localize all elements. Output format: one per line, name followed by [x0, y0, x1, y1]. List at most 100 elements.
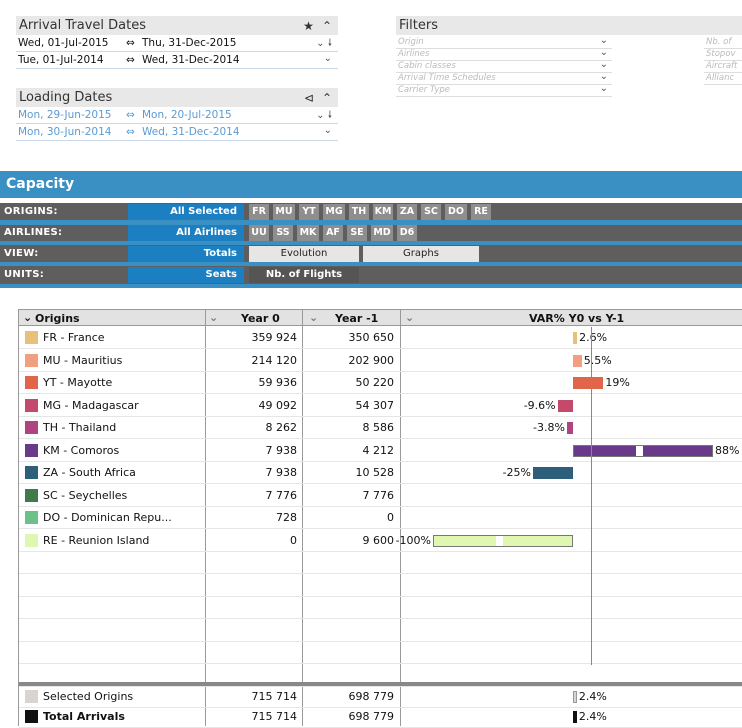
- chevron-down-icon[interactable]: ⌄: [324, 53, 332, 64]
- arrival-date-row[interactable]: Tue, 01-Jul-2014 ⇔ Wed, 31-Dec-2014 ⌄: [16, 52, 338, 69]
- airline-chip-uu[interactable]: UU: [249, 225, 269, 241]
- year-1-value: 698 779: [348, 710, 395, 723]
- table-row[interactable]: MU - Mauritius 214 120 202 900 5.5%: [19, 350, 742, 372]
- filter-nb-of[interactable]: Nb. of: [704, 37, 742, 49]
- origin-chip-sc[interactable]: SC: [421, 204, 441, 220]
- filters-left-column: Origin ⌄ Airlines ⌄ Cabin classes ⌄ Arrival…: [396, 35, 612, 97]
- filter-label: Airlines: [398, 49, 430, 59]
- tag-icon[interactable]: ⊲: [304, 91, 314, 105]
- view-totals-button[interactable]: Totals: [128, 246, 244, 262]
- filters-header: Filters: [396, 16, 742, 35]
- airline-chip-md[interactable]: MD: [371, 225, 393, 241]
- filter-label: Cabin classes: [398, 61, 456, 71]
- chevron-down-icon[interactable]: ⌄: [600, 71, 608, 82]
- loading-dates-panel: Loading Dates ⊲ ⌃ Mon, 29-Jun-2015 ⇔ Mon…: [16, 88, 338, 141]
- filter-cabin-classes[interactable]: Cabin classes ⌄: [396, 59, 612, 73]
- arrival-date-row[interactable]: Wed, 01-Jul-2015 ⇔ Thu, 31-Dec-2015 ⌄ 🠗: [16, 35, 338, 52]
- sort-chevron-icon[interactable]: ⌄: [405, 311, 414, 324]
- filter-arrival-time[interactable]: Arrival Time Schedules ⌄: [396, 71, 612, 85]
- year-1-value: 698 779: [348, 690, 395, 703]
- filter-carrier-type[interactable]: Carrier Type ⌄: [396, 83, 612, 97]
- filter-aircraft[interactable]: Aircraft: [704, 61, 742, 73]
- origin-chip-fr[interactable]: FR: [249, 204, 269, 220]
- range-arrow-icon: ⇔: [126, 126, 135, 138]
- var-percent: 2.4%: [578, 690, 607, 703]
- var-bar: [533, 467, 573, 479]
- var-zero-axis: [591, 327, 592, 665]
- airline-chip-ss[interactable]: SS: [273, 225, 293, 241]
- view-graphs-button[interactable]: Graphs: [363, 246, 479, 262]
- date-to: Wed, 31-Dec-2014: [142, 54, 240, 66]
- table-row[interactable]: FR - France 359 924 350 650 2.6%: [19, 327, 742, 349]
- loading-dates-title: Loading Dates: [19, 90, 113, 105]
- origin-chip-km[interactable]: KM: [373, 204, 393, 220]
- units-seats-button[interactable]: Seats: [128, 267, 244, 283]
- chevron-down-icon[interactable]: ⌄: [600, 35, 608, 46]
- star-icon[interactable]: ★: [303, 19, 314, 33]
- airline-chip-af[interactable]: AF: [323, 225, 343, 241]
- origin-chip-re[interactable]: RE: [471, 204, 491, 220]
- sort-chevron-icon[interactable]: ⌄: [23, 311, 32, 324]
- chevron-up-icon[interactable]: ⌃: [322, 19, 332, 33]
- chevron-down-icon[interactable]: ⌄: [324, 125, 332, 136]
- airlines-row: AIRLINES: All Airlines UU SS MK AF SE MD…: [0, 224, 742, 242]
- origins-all-selected-button[interactable]: All Selected: [128, 204, 244, 220]
- airline-chip-se[interactable]: SE: [347, 225, 367, 241]
- filter-origin[interactable]: Origin ⌄: [396, 35, 612, 49]
- origin-chip-yt[interactable]: YT: [299, 204, 319, 220]
- table-row[interactable]: RE - Reunion Island 0 9 600 -100%: [19, 530, 742, 552]
- header-origins[interactable]: Origins: [35, 312, 80, 325]
- sort-chevron-icon[interactable]: ⌄: [209, 311, 218, 324]
- filter-alliances[interactable]: Allianc: [704, 73, 742, 85]
- loading-date-row[interactable]: Mon, 29-Jun-2015 ⇔ Mon, 20-Jul-2015 ⌄ 🠗: [16, 107, 338, 124]
- table-row[interactable]: Selected Origins 715 714 698 779 2.4%: [19, 686, 742, 708]
- color-swatch: [25, 331, 38, 344]
- origin-chip-za[interactable]: ZA: [397, 204, 417, 220]
- var-percent: -9.6%: [523, 398, 556, 412]
- var-bar: [433, 534, 573, 547]
- header-var[interactable]: VAR% Y0 vs Y-1: [529, 312, 624, 325]
- view-row: VIEW: Totals Evolution Graphs: [0, 245, 742, 263]
- view-evolution-button[interactable]: Evolution: [249, 246, 359, 262]
- table-row[interactable]: ZA - South Africa 7 938 10 528 -25%: [19, 462, 742, 484]
- origin-name: Selected Origins: [43, 690, 134, 703]
- empty-row: [19, 575, 742, 597]
- filters-right-column: Nb. of Stopov Aircraft Allianc: [704, 37, 742, 85]
- var-bar: [566, 422, 573, 434]
- table-row[interactable]: YT - Mayotte 59 936 50 220 19%: [19, 372, 742, 394]
- filter-airlines[interactable]: Airlines ⌄: [396, 47, 612, 61]
- chevron-down-icon[interactable]: ⌄ 🠗: [316, 36, 332, 53]
- origin-chip-th[interactable]: TH: [349, 204, 369, 220]
- origin-chip-mu[interactable]: MU: [273, 204, 295, 220]
- origin-chip-mg[interactable]: MG: [323, 204, 345, 220]
- table-row[interactable]: TH - Thailand 8 262 8 586 -3.8%: [19, 417, 742, 439]
- units-flights-button[interactable]: Nb. of Flights: [249, 267, 359, 283]
- sort-chevron-icon[interactable]: ⌄: [309, 311, 318, 324]
- filter-stopovers[interactable]: Stopov: [704, 49, 742, 61]
- origin-name: DO - Dominican Repu...: [43, 511, 172, 524]
- chevron-down-icon[interactable]: ⌄ 🠗: [316, 108, 332, 125]
- table-row[interactable]: MG - Madagascar 49 092 54 307 -9.6%: [19, 395, 742, 417]
- table-row[interactable]: SC - Seychelles 7 776 7 776: [19, 485, 742, 507]
- loading-date-row[interactable]: Mon, 30-Jun-2014 ⇔ Wed, 31-Dec-2014 ⌄: [16, 124, 338, 141]
- airline-chip-mk[interactable]: MK: [297, 225, 319, 241]
- airline-chip-d6[interactable]: D6: [397, 225, 417, 241]
- airlines-all-button[interactable]: All Airlines: [128, 225, 244, 241]
- empty-row: [19, 642, 742, 664]
- color-swatch: [25, 690, 38, 703]
- origin-chip-do[interactable]: DO: [445, 204, 467, 220]
- color-swatch: [25, 533, 38, 547]
- date-from: Mon, 29-Jun-2015: [18, 109, 112, 121]
- table-row[interactable]: Total Arrivals 715 714 698 779 2.4%: [19, 706, 742, 728]
- chevron-down-icon[interactable]: ⌄: [600, 47, 608, 58]
- chevron-down-icon[interactable]: ⌄: [600, 59, 608, 70]
- table-row[interactable]: KM - Comoros 7 938 4 212 88%: [19, 440, 742, 462]
- header-year0[interactable]: Year 0: [241, 312, 280, 325]
- chevron-down-icon[interactable]: ⌄: [600, 83, 608, 94]
- table-row[interactable]: DO - Dominican Repu... 728 0: [19, 507, 742, 529]
- chevron-up-icon[interactable]: ⌃: [322, 91, 332, 105]
- header-year-1[interactable]: Year -1: [335, 312, 378, 325]
- origin-name: FR - France: [43, 331, 105, 344]
- airlines-label: AIRLINES:: [4, 227, 63, 238]
- filters-panel: Filters Origin ⌄ Airlines ⌄ Cabin classes ⌄…: [396, 16, 742, 97]
